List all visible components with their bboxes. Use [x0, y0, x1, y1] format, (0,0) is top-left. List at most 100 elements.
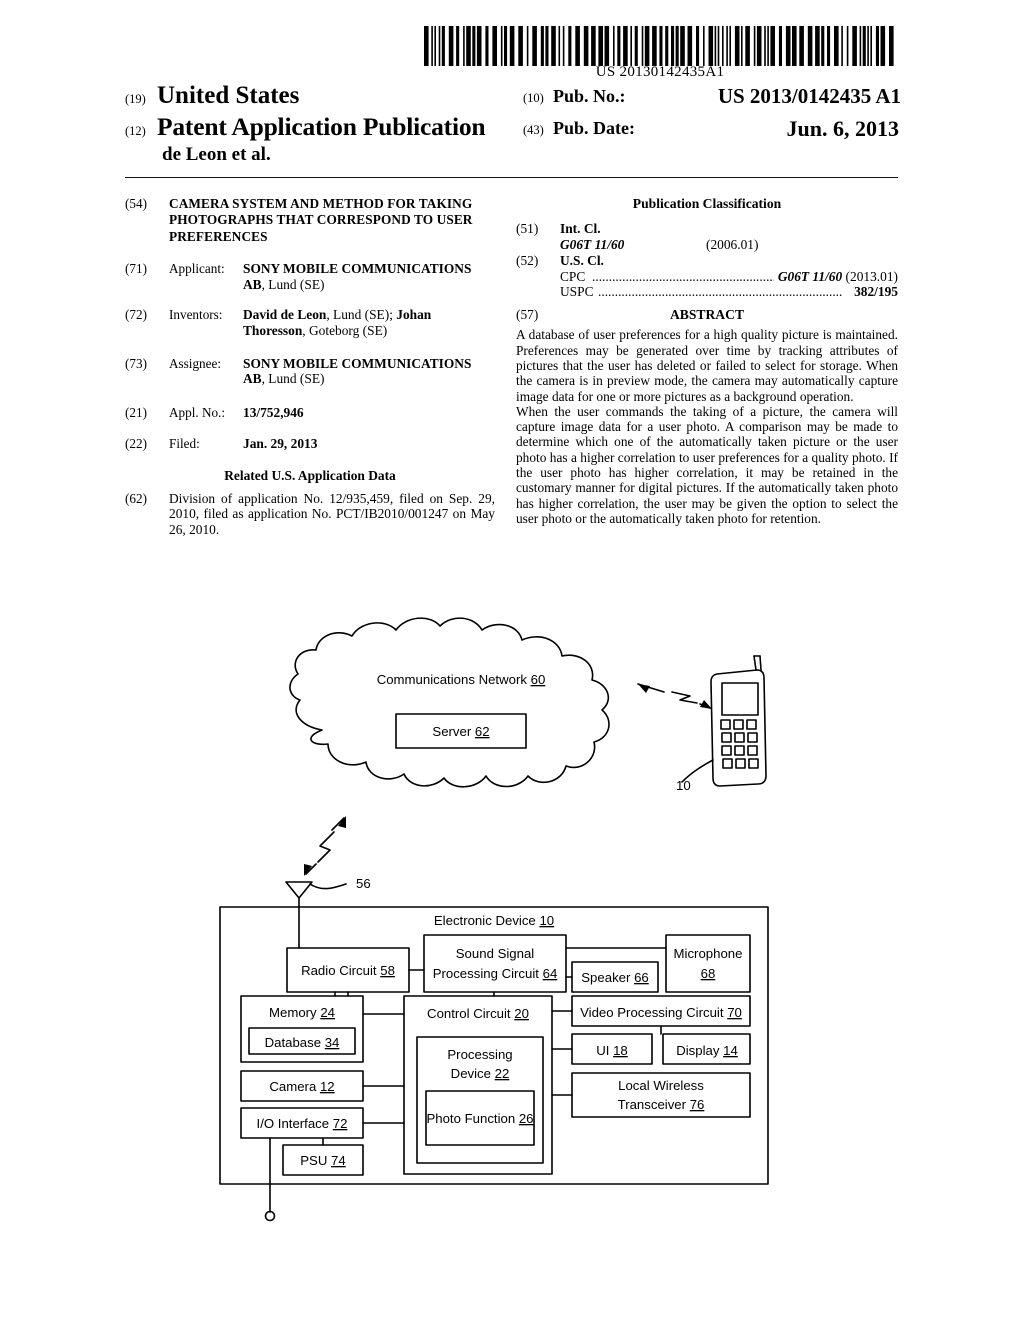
field-applicant: (71) Applicant: SONY MOBILE COMMUNICATIO…	[125, 261, 495, 292]
appl-no-number: 13/752,946	[243, 404, 304, 420]
header-left: (19) United States (12) Patent Application…	[125, 82, 525, 170]
division-text: Division of application No. 12/935,459, …	[169, 490, 495, 537]
barcode-svg	[424, 26, 894, 66]
field-code-51: (51)	[516, 221, 539, 237]
uspc-number: 382/195	[854, 284, 898, 299]
uspc-dot-leader: ........................................…	[598, 284, 843, 299]
field-code-21: (21)	[125, 404, 147, 420]
related-data-heading: Related U.S. Application Data	[224, 467, 396, 483]
cpc-code: G06T 11/60	[777, 268, 843, 284]
field-code-22: (22)	[125, 436, 147, 452]
pub-no-label: Pub. No.:	[553, 86, 626, 106]
electronic-device-label: Electronic Device 10	[434, 913, 554, 928]
uspc-value: 382/195	[850, 284, 898, 300]
processing-device-label-2: Device 22	[451, 1066, 510, 1081]
filed-label: Filed:	[169, 436, 200, 452]
filed-value: Jan. 29, 2013	[243, 436, 495, 452]
local-wireless-label-2: Transceiver 76	[618, 1097, 705, 1112]
cloud-label-text: Communications Network	[377, 672, 531, 687]
tag-19: (19)	[125, 92, 146, 106]
applicant-label: Applicant:	[169, 261, 225, 277]
field-code-73: (73)	[125, 355, 147, 371]
server-label-ref: 62	[475, 724, 490, 739]
field-us-cl: (52) U.S. Cl. CPC ......................…	[516, 253, 898, 300]
inventor-1-name: David de Leon	[243, 307, 327, 323]
doctype-line: (12) Patent Application Publication	[125, 112, 525, 144]
abstract-paragraph-2: When the user commands the taking of a p…	[516, 403, 898, 526]
phone-ref-label: 10	[676, 778, 691, 793]
field-code-52: (52)	[516, 253, 539, 269]
assignee-label: Assignee:	[169, 355, 222, 371]
applicant-location: , Lund (SE)	[261, 276, 325, 292]
field-code-54: (54)	[125, 196, 147, 211]
inventor-1-location: , Lund (SE);	[326, 307, 397, 323]
inventors-label: Inventors:	[169, 307, 223, 323]
uspc-row: USPC ...................................…	[560, 284, 898, 300]
bibliographic-column: (54) CAMERA SYSTEM AND METHOD FOR TAKING…	[125, 196, 495, 548]
radio-circuit-label: Radio Circuit 58	[301, 963, 395, 978]
int-cl-version: (2006.01)	[706, 236, 759, 252]
classification-abstract-column: Publication Classification (51) Int. Cl.…	[516, 196, 898, 526]
patent-page: US 20130142435A1 (19) United States (12) P…	[0, 0, 1024, 1320]
field-division: (62) Division of application No. 12/935,…	[125, 491, 495, 538]
electronic-device-ref: 10	[539, 913, 554, 928]
int-cl-title: Int. Cl.	[560, 221, 601, 237]
document-header: (19) United States (12) Patent Application…	[125, 82, 901, 174]
field-int-cl: (51) Int. Cl. G06T 11/60 (2006.01)	[516, 221, 898, 252]
int-cl-code: G06T 11/60	[560, 236, 625, 252]
cpc-row: CPC ....................................…	[560, 268, 898, 285]
photo-function-label: Photo Function 26	[426, 1111, 533, 1126]
assignee-value: SONY MOBILE COMMUNICATIONS AB, Lund (SE)	[243, 356, 495, 387]
microphone-label-2: 68	[701, 966, 716, 981]
inventor-2-location: , Goteborg (SE)	[302, 323, 388, 338]
invention-title: CAMERA SYSTEM AND METHOD FOR TAKING PHOT…	[169, 196, 473, 244]
pub-no-value: US 2013/0142435 A1	[717, 84, 901, 108]
wireless-link-antenna	[305, 817, 345, 875]
display-label: Display 14	[676, 1043, 738, 1058]
cpc-value: G06T 11/60 (2013.01)	[773, 268, 898, 285]
appl-no-label: Appl. No.:	[169, 404, 226, 420]
field-code-62: (62)	[125, 490, 147, 506]
cloud-label: Communications Network 60	[377, 672, 546, 687]
microphone-box	[665, 934, 751, 993]
antenna-ref-label: 56	[356, 876, 371, 891]
authors-line: de Leon et al.	[125, 144, 525, 170]
memory-label: Memory 24	[269, 1005, 335, 1020]
assignee-location: , Lund (SE)	[261, 371, 325, 387]
us-cl-label: U.S. Cl.	[560, 253, 898, 268]
tag-12: (12)	[125, 124, 146, 138]
ui-label: UI 18	[596, 1043, 628, 1058]
header-right: (10) Pub. No.: US 2013/0142435 A1 (43) Pub…	[523, 84, 901, 150]
abstract-heading: ABSTRACT	[669, 307, 745, 323]
database-label: Database 34	[265, 1035, 340, 1050]
processing-device-label-1: Processing	[447, 1047, 512, 1062]
field-title: (54) CAMERA SYSTEM AND METHOD FOR TAKING…	[125, 196, 495, 245]
int-cl-label: Int. Cl.	[560, 221, 898, 236]
field-assignee: (73) Assignee: SONY MOBILE COMMUNICATION…	[125, 356, 495, 387]
abstract-body: A database of user preferences for a hig…	[516, 327, 898, 526]
sound-signal-label-2: Processing Circuit 64	[433, 966, 558, 981]
publication-classification-heading: Publication Classification	[632, 196, 782, 211]
server-label-text: Server	[432, 724, 475, 739]
pub-date-row: (43) Pub. Date: Jun. 6, 2013	[523, 116, 901, 150]
field-appl-no: (21) Appl. No.: 13/752,946	[125, 405, 495, 421]
appl-no-value: 13/752,946	[243, 405, 495, 421]
field-code-71: (71)	[125, 261, 147, 277]
antenna-symbol	[285, 881, 347, 946]
figure-labels: Communications Network 60 Server 62 10 5…	[257, 672, 743, 1168]
barcode	[424, 26, 896, 66]
pub-date-label: Pub. Date:	[553, 118, 635, 138]
document-type: Patent Application Publication	[157, 112, 486, 141]
sound-signal-box	[423, 934, 567, 993]
authors: de Leon et al.	[162, 144, 271, 165]
figure-svg: Communications Network 60 Server 62 10 5…	[219, 617, 769, 1222]
phone-illustration	[681, 655, 767, 787]
abstract-paragraph-1: A database of user preferences for a hig…	[516, 327, 898, 404]
arrowheads	[304, 684, 712, 876]
control-circuit-box	[403, 995, 553, 1175]
cpc-version: (2013.01)	[845, 268, 898, 284]
barcode-number: US 20130142435A1	[595, 64, 725, 80]
control-circuit-label: Control Circuit 20	[427, 1006, 529, 1021]
microphone-label-1: Microphone	[674, 946, 743, 961]
video-processing-label: Video Processing Circuit 70	[580, 1005, 742, 1020]
